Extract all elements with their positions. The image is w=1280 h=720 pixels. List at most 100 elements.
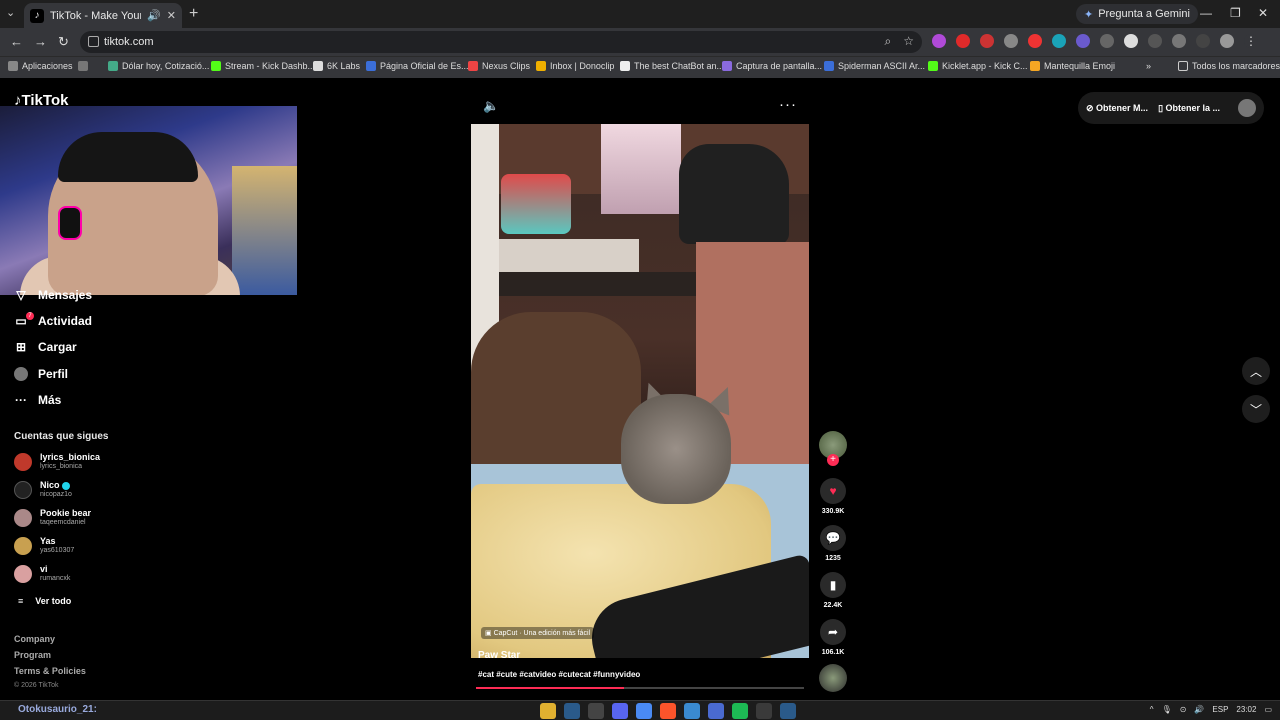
bookmark-label: Captura de pantalla...: [736, 61, 823, 71]
get-app-button[interactable]: ▯ Obtener la ...: [1158, 103, 1220, 114]
bookmark-item[interactable]: Aplicaciones: [8, 61, 73, 71]
back-icon[interactable]: ←: [10, 34, 23, 49]
minimize-button[interactable]: —: [1200, 6, 1212, 20]
brave-icon[interactable]: [660, 703, 676, 719]
video-hashtags[interactable]: #cat #cute #catvideo #cutecat #funnyvide…: [478, 670, 640, 679]
zoom-icon[interactable]: ⌕: [885, 34, 892, 49]
video-frame[interactable]: ▣ CapCut · Una edición más fácil: [471, 124, 809, 658]
spotify-icon[interactable]: [732, 703, 748, 719]
extension-icon[interactable]: [932, 34, 946, 48]
following-item[interactable]: lyrics_bionica lyrics_bionica: [14, 452, 100, 471]
wifi-icon[interactable]: ⊙: [1180, 705, 1187, 714]
capcut-badge[interactable]: ▣ CapCut · Una edición más fácil: [481, 627, 595, 639]
mic-icon[interactable]: 🎙: [1162, 705, 1172, 714]
following-item[interactable]: Pookie bear taqeemcdaniel: [14, 508, 91, 527]
more-menu-icon[interactable]: ⋮: [1244, 34, 1258, 48]
tab-tiktok[interactable]: ♪ TikTok - Make Your Day 🔊 ✕: [24, 3, 182, 28]
extension-icon[interactable]: [1148, 34, 1162, 48]
video-progress-bar[interactable]: [476, 687, 804, 689]
footer-terms-link[interactable]: Terms & Policies: [14, 666, 86, 676]
following-item[interactable]: vi rumancxk: [14, 564, 70, 583]
following-item[interactable]: Yas yas610307: [14, 536, 74, 555]
nav-perfil[interactable]: Perfil: [14, 367, 68, 381]
volume-icon[interactable]: 🔈: [483, 98, 499, 114]
tab-search-icon[interactable]: ⌄: [6, 6, 15, 19]
avatar: [14, 452, 32, 471]
keyboard-language[interactable]: ESP: [1212, 705, 1228, 714]
footer-company-link[interactable]: Company: [14, 634, 55, 644]
previous-video-button[interactable]: ︿: [1242, 357, 1270, 385]
bookmark-item[interactable]: Nexus Clips: [468, 61, 530, 71]
get-coins-button[interactable]: ⊘ Obtener M...: [1086, 103, 1148, 114]
nav-label: Mensajes: [38, 288, 93, 302]
extension-icon[interactable]: [1052, 34, 1066, 48]
site-info-icon[interactable]: [88, 36, 99, 47]
next-video-button[interactable]: ﹀: [1242, 395, 1270, 423]
new-tab-button[interactable]: +: [189, 5, 198, 23]
extension-icon[interactable]: [1124, 34, 1138, 48]
restore-button[interactable]: ❐: [1230, 6, 1241, 20]
tray-chevron-icon[interactable]: ^: [1150, 705, 1154, 714]
bookmark-item[interactable]: Mantequilla Emoji: [1030, 61, 1115, 71]
file-explorer-icon[interactable]: [540, 703, 556, 719]
tab-audio-icon[interactable]: 🔊: [147, 9, 161, 22]
music-disc-icon[interactable]: [819, 664, 847, 692]
notifications-icon[interactable]: ▭: [1264, 705, 1272, 714]
extensions-puzzle-icon[interactable]: [1172, 34, 1186, 48]
discord-icon[interactable]: [612, 703, 628, 719]
bookmark-item[interactable]: Stream - Kick Dashb...: [211, 61, 315, 71]
nav-cargar[interactable]: ⊞ Cargar: [14, 340, 77, 354]
address-toolbar: ← → ↻ tiktok.com ⌕ ☆ ⋮: [0, 28, 1280, 56]
profile-avatar[interactable]: [1220, 34, 1234, 48]
bookmark-item[interactable]: Kicklet.app - Kick C...: [928, 61, 1028, 71]
app-icon[interactable]: [708, 703, 724, 719]
user-avatar[interactable]: [1238, 99, 1256, 117]
video-player[interactable]: 🔈 ··· ▣ CapCut · Una edición más fácil: [471, 92, 809, 658]
more-options-icon[interactable]: ···: [779, 96, 797, 113]
nav-mensajes[interactable]: ▽ Mensajes: [14, 288, 92, 302]
chrome-icon[interactable]: [636, 703, 652, 719]
clock[interactable]: 23:02: [1236, 705, 1256, 714]
reload-icon[interactable]: ↻: [58, 34, 69, 50]
extension-icon[interactable]: [1028, 34, 1042, 48]
all-bookmarks-folder[interactable]: Todos los marcadores: [1178, 61, 1280, 71]
video-author[interactable]: Paw Star: [478, 650, 520, 661]
grid-icon[interactable]: [78, 61, 88, 71]
steam-icon[interactable]: [564, 703, 580, 719]
comment-button[interactable]: 💬 1235: [819, 525, 847, 562]
bookmark-favicon-icon: [928, 61, 938, 71]
extension-icon[interactable]: [1076, 34, 1090, 48]
follow-plus-icon[interactable]: +: [827, 454, 839, 466]
adblock-icon[interactable]: [980, 34, 994, 48]
volume-tray-icon[interactable]: 🔊: [1194, 705, 1204, 714]
forward-icon[interactable]: →: [34, 34, 47, 49]
bookmark-star-icon[interactable]: ☆: [903, 34, 914, 49]
extension-icon[interactable]: [1004, 34, 1018, 48]
like-button[interactable]: ♥ 330.9K: [819, 478, 847, 515]
bookmark-item[interactable]: Página Oficial de Es...: [366, 61, 469, 71]
extension-icon[interactable]: [1100, 34, 1114, 48]
save-button[interactable]: ▮ 22.4K: [819, 572, 847, 609]
nav-mas[interactable]: ··· Más: [14, 393, 61, 407]
footer-program-link[interactable]: Program: [14, 650, 51, 660]
bookmark-item[interactable]: Inbox | Donoclip: [536, 61, 614, 71]
menu-icon[interactable]: [1196, 34, 1210, 48]
extension-icon[interactable]: [956, 34, 970, 48]
steam-icon[interactable]: [780, 703, 796, 719]
app-icon[interactable]: [684, 703, 700, 719]
share-button[interactable]: ➦ 106.1K: [819, 619, 847, 656]
bookmark-item[interactable]: Captura de pantalla...: [722, 61, 822, 71]
window-close-button[interactable]: ✕: [1258, 6, 1268, 20]
see-all-button[interactable]: ≡ Ver todo: [18, 596, 71, 606]
address-bar[interactable]: tiktok.com ⌕ ☆: [80, 31, 922, 53]
bookmark-item[interactable]: Dólar hoy, Cotizació...: [108, 61, 209, 71]
app-icon[interactable]: [756, 703, 772, 719]
bookmark-item[interactable]: 6K Labs: [313, 61, 360, 71]
bookmark-item[interactable]: Spiderman ASCII Ar...: [824, 61, 925, 71]
tab-close-icon[interactable]: ✕: [167, 9, 176, 22]
app-icon[interactable]: [588, 703, 604, 719]
bookmark-item[interactable]: The best ChatBot an...: [620, 61, 724, 71]
bookmarks-overflow-icon[interactable]: »: [1146, 61, 1151, 71]
following-item[interactable]: Nico nicopaz1o: [14, 480, 72, 499]
gemini-button[interactable]: ✦ Pregunta a Gemini: [1076, 4, 1198, 24]
